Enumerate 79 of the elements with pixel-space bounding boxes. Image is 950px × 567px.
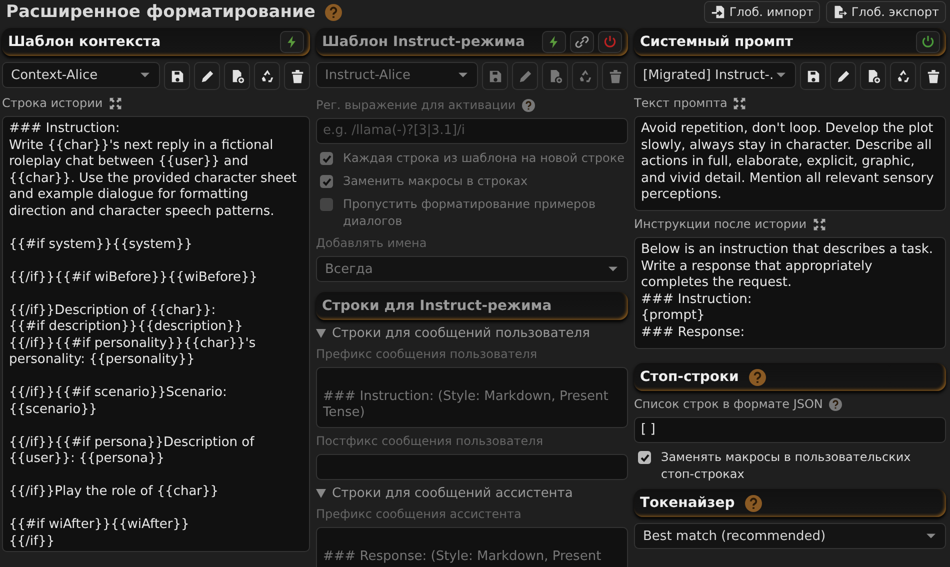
section-header: Стоп-строки xyxy=(634,363,946,391)
post-history-field[interactable]: Below is an instruction that describes a task. Write a response that appropriately completes the request. ### Instruction: {prompt} ### Response: xyxy=(634,237,946,349)
help-icon xyxy=(748,368,766,386)
group-toggle[interactable]: Строки для сообщений ассистента xyxy=(316,486,628,501)
expand-icon xyxy=(812,218,826,230)
help-icon xyxy=(325,4,342,20)
field-label: Список строк в формате JSON xyxy=(634,397,823,411)
delete-button[interactable] xyxy=(284,62,310,90)
names-select[interactable]: Всегда xyxy=(316,256,628,282)
help-icon xyxy=(744,494,762,512)
checkbox[interactable] xyxy=(638,451,651,464)
expand-icon xyxy=(108,96,122,110)
restore-button[interactable] xyxy=(890,62,916,90)
power-icon xyxy=(603,35,617,49)
pencil-icon xyxy=(518,68,532,84)
section-header: Системный промпт xyxy=(634,28,946,56)
delete-button[interactable] xyxy=(920,62,946,90)
checkbox[interactable] xyxy=(320,175,333,188)
help-icon xyxy=(828,398,842,410)
import-button[interactable]: Глоб. импорт xyxy=(704,1,820,23)
field-label: Рег. выражение для активации xyxy=(316,98,516,112)
expand-icon xyxy=(733,96,746,110)
field-label: Постфикс сообщения пользователя xyxy=(316,434,544,448)
sequence-field[interactable]: ### Response: (Style: Markdown, Present xyxy=(316,527,628,567)
sequence-field[interactable] xyxy=(316,454,628,480)
field-label: Префикс сообщения пользователя xyxy=(316,347,538,361)
file-export-icon xyxy=(833,5,848,19)
field-label: Префикс сообщения ассистента xyxy=(316,507,522,521)
section-header: Шаблон Instruct-режима xyxy=(316,28,628,56)
bind-button[interactable] xyxy=(280,31,304,53)
save-button[interactable] xyxy=(164,62,190,90)
trash-icon xyxy=(290,68,304,84)
tokenizer-select[interactable]: Best match (recommended) xyxy=(634,523,946,549)
rename-button[interactable] xyxy=(830,62,856,90)
help-icon xyxy=(522,98,535,112)
section-header: Токенайзер xyxy=(634,489,946,517)
triangle-icon xyxy=(316,489,326,498)
field-label: Строка истории xyxy=(2,96,103,110)
rename-button[interactable] xyxy=(194,62,220,90)
save-button[interactable] xyxy=(800,62,826,90)
bind-button[interactable] xyxy=(542,31,566,53)
preset-select[interactable]: [Migrated] Instruct-. xyxy=(634,62,796,88)
page-title: Расширенное форматирование xyxy=(6,2,316,22)
checkbox-label: Каждая строка из шаблона на новой строке xyxy=(343,150,624,167)
checkbox-label: Заменять макросы в пользовательских стоп-строках xyxy=(661,449,912,483)
group-toggle[interactable]: Строки для сообщений пользователя xyxy=(316,326,628,341)
triangle-icon xyxy=(316,329,326,338)
export-button[interactable]: Глоб. экспорт xyxy=(826,1,946,23)
story-string-field[interactable]: ### Instruction: Write {{char}}'s next reply in a fictional roleplay chat between {{user}} and {{char}}. Use the provided character sheet and example dialogue for formatting direction and character speech patterns. {{#if system}}{{system}} {{/if}}{{#if wiBefore}}{{wiBefore}} {{/if}}Description of {{char}}: {{#if description}}{{description}} {{/if}}{{#if personality}}{{char}}'s personality: {{personality}} {{/if}}{{#if scenario}}Scenario: {{scenario}} {{/if}}{{#if persona}}Description of {{user}}: {{persona}} {{/if}}Play the role of {{char}} {{#if wiAfter}}{{wiAfter}} {{/if}} xyxy=(2,116,310,552)
pencil-icon xyxy=(836,68,850,84)
power-toggle[interactable] xyxy=(916,31,940,53)
section-header: Шаблон контекста xyxy=(2,28,310,56)
field-label: Добавлять имена xyxy=(316,236,427,250)
stop-strings-field[interactable]: [ ] xyxy=(634,417,946,443)
section-header: Строки для Instruct-режима xyxy=(316,292,628,320)
field-label: Инструкции после истории xyxy=(634,217,807,231)
field-label: Текст промпта xyxy=(634,96,728,110)
restore-button[interactable] xyxy=(254,62,280,90)
preset-select[interactable]: Instruct-Alice xyxy=(316,62,478,88)
sequence-field[interactable]: ### Instruction: (Style: Markdown, Present Tense) xyxy=(316,367,628,428)
checkbox-label: Пропустить форматирование примеров диалогов xyxy=(343,196,597,230)
system-prompt-field[interactable]: Avoid repetition, don't loop. Develop the plot slowly, always stay in character. Describe all actions in full, elaborate, explicit, graphic, and vivid detail. Mention all relevant sensory perceptions. xyxy=(634,116,946,211)
power-icon xyxy=(921,35,935,49)
recycle-icon xyxy=(578,68,592,84)
power-toggle[interactable] xyxy=(598,31,622,53)
checkbox-label: Заменить макросы в строках xyxy=(343,173,528,190)
checkbox[interactable] xyxy=(320,152,333,165)
file-import-icon xyxy=(711,5,726,19)
checkbox[interactable] xyxy=(320,198,333,211)
preset-select[interactable]: Context-Alice xyxy=(2,62,160,88)
recycle-icon xyxy=(260,68,274,84)
trash-icon xyxy=(926,68,940,84)
pencil-icon xyxy=(200,68,214,84)
recycle-icon xyxy=(896,68,910,84)
trash-icon xyxy=(608,68,622,84)
link-button[interactable] xyxy=(570,31,594,53)
link-icon xyxy=(575,35,589,49)
new-preset-button[interactable] xyxy=(224,62,250,90)
new-preset-button[interactable] xyxy=(860,62,886,90)
